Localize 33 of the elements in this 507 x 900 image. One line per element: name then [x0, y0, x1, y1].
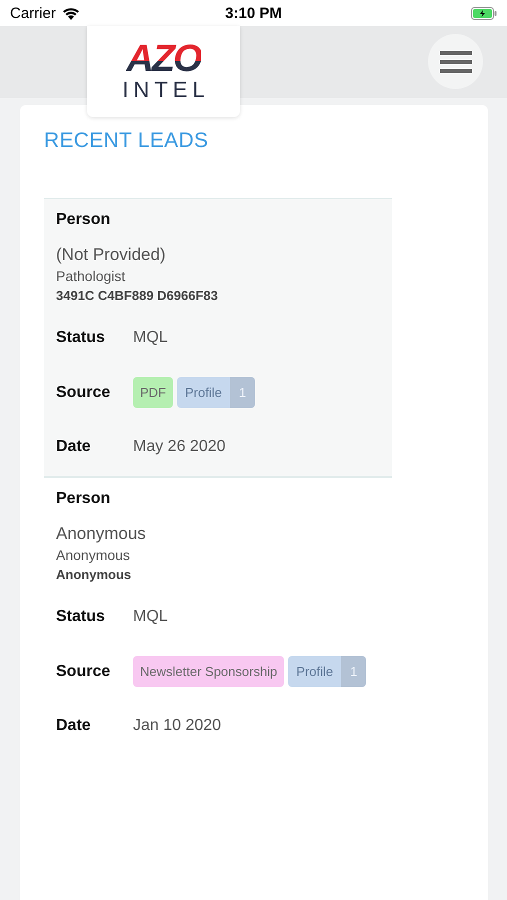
field-label: Date [56, 438, 92, 456]
lead-item[interactable]: Person (Not Provided) Pathologist 3491C C4BF889 D6966F83 Status MQL Source PDF Profile 1 Date May 26 2020 [44, 198, 392, 477]
battery-icon [471, 6, 497, 20]
person-id: Anonymous [56, 567, 132, 582]
menu-icon [440, 50, 472, 72]
status-time: 3:10 PM [224, 4, 283, 22]
date-value: Jan 10 2020 [133, 717, 222, 735]
status-value: MQL [133, 329, 168, 347]
person-role: Anonymous [56, 547, 131, 563]
lead-item[interactable]: Person Anonymous Anonymous Anonymous Status MQL Source Newsletter Sponsorship Profile 1 Date Jan 10 2020 [44, 477, 392, 755]
tag-count: 1 [341, 656, 366, 687]
tag-label: Profile [295, 663, 334, 681]
person-name: Anonymous [56, 524, 147, 544]
carrier-name: Carrier [10, 4, 56, 22]
status-value: MQL [133, 608, 168, 626]
field-label: Person [56, 211, 112, 229]
logo[interactable]: AZO INTEL [87, 26, 240, 117]
source-tag: Newsletter Sponsorship [133, 656, 284, 687]
section-title: RECENT LEADS [44, 129, 210, 153]
person-name: (Not Provided) [56, 245, 167, 265]
person-id: 3491C C4BF889 D6966F83 [56, 288, 219, 303]
wifi-icon [62, 6, 80, 20]
tag-label: Profile [184, 384, 223, 402]
field-label: Status [56, 329, 106, 347]
field-label: Person [56, 490, 112, 508]
field-label: Status [56, 608, 106, 626]
field-label: Source [56, 662, 112, 680]
field-label: Date [56, 717, 92, 735]
source-tag: PDF [133, 377, 173, 408]
field-label: Source [56, 384, 112, 402]
person-role: Pathologist [56, 268, 126, 284]
tag-count: 1 [230, 377, 256, 408]
date-value: May 26 2020 [133, 438, 226, 456]
